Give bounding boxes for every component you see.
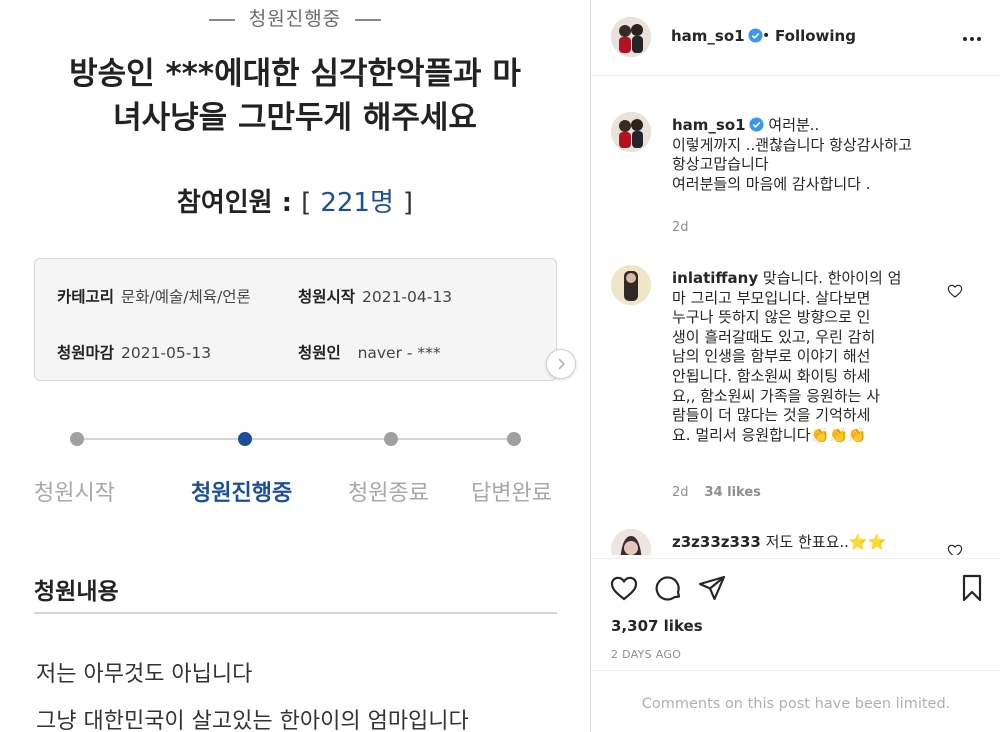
caption-line-3: 항상고맙습니다 [672,155,769,174]
caption-line-4: 여러분들의 마음에 감사합니다 . [672,174,871,193]
comment-line-text: 저도 한표요..⭐⭐ [765,533,887,551]
chevron-right-icon [558,358,566,370]
comment-line: 요. 멀리서 응원합니다👏👏👏 [672,425,867,444]
comment-icon[interactable] [653,573,683,603]
header-separator: • [762,28,771,44]
avatar[interactable] [611,17,651,57]
step-label-3: 청원종료 [348,481,429,506]
petition-title-line-2: 녀사냥을 그만두게 해주세요 [113,100,477,136]
comment-line: 요,, 함소원씨 가족을 응원하는 사 [672,386,881,405]
caption-username[interactable]: ham_so1 [672,116,746,134]
participants-bracket-close: ] [402,188,414,218]
header-username-text[interactable]: ham_so1 [671,27,745,45]
comment-line: 안됩니다. 함소원씨 화이팅 하세 [672,366,871,385]
petition-title-line-1: 방송인 ***에대한 심각한악플과 마 [69,56,521,92]
info-end-date: 청원마감 2021-05-13 [57,341,211,363]
step-label-1: 청원시작 [34,481,115,506]
petition-status-banner: 청원진행중 [0,4,590,31]
petition-status-text: 청원진행중 [248,8,342,30]
caption-time[interactable]: 2d [672,220,689,235]
comment-likes[interactable]: 34 likes [705,485,761,500]
comment-like-icon[interactable] [947,283,963,299]
step-label-2: 청원진행중 [191,481,293,506]
verified-badge-icon [748,28,763,43]
participants-number: 221명 [320,188,394,218]
info-end-label: 청원마감 [57,344,115,362]
following-button[interactable]: Following [775,27,856,45]
steps-progress-line [76,438,514,440]
comment-line: 생이 흘러갈때도 있고, 우린 감히 [672,327,876,346]
comment-text: inlatiffany 맞습니다. 한아이의 엄 마 그리고 부모입니다. 살다… [672,269,962,445]
comments-limited-notice: Comments on this post have been limited. [591,670,1000,732]
instagram-post-panel: ham_so1 • Following ham_so1 여러분.. 이렇게까지 … [590,0,1000,732]
info-start-date: 청원시작 2021-04-13 [298,285,452,307]
caption-avatar[interactable] [611,112,651,152]
info-start-label: 청원시작 [298,288,356,306]
petition-image: 청원진행중 방송인 ***에대한 심각한악플과 마 녀사냥을 그만두게 해주세요… [0,0,590,732]
info-category-label: 카테고리 [57,288,115,306]
petition-content-heading: 청원내용 [34,579,119,605]
carousel-next-button[interactable] [546,349,576,379]
caption-text: ham_so1 여러분.. 이렇게까지 ..괜찮습니다 항상감사하고 항상고맙습… [672,116,962,194]
info-start-value: 2021-04-13 [361,288,453,306]
comment-text: z3z33z333 저도 한표요..⭐⭐ [672,533,962,553]
comment-item: inlatiffany 맞습니다. 한아이의 엄 마 그리고 부모입니다. 살다… [611,265,991,505]
info-category-value: 문화/예술/체육/언론 [120,288,251,306]
status-dash-right [355,18,382,21]
step-label-4: 답변완료 [471,481,552,506]
comment-avatar[interactable] [611,529,651,555]
comment-username[interactable]: inlatiffany [672,269,758,287]
more-options-icon[interactable] [959,29,985,49]
comments-list[interactable]: ham_so1 여러분.. 이렇게까지 ..괜찮습니다 항상감사하고 항상고맙습… [591,77,1000,555]
info-petitioner: 청원인 naver - *** [298,341,441,363]
comment-line: 람들이 더 많다는 것을 기억하세 [672,406,871,425]
header-username[interactable]: ham_so1 [671,27,763,45]
comment-line: 마 그리고 부모입니다. 살다보면 [672,288,871,307]
info-category: 카테고리 문화/예술/체육/언론 [57,285,251,307]
petition-content-line-1: 저는 아무것도 아닙니다 [36,662,253,687]
caption-line-1: ham_so1 여러분.. [672,116,962,136]
share-icon[interactable] [697,573,727,603]
comment-line: z3z33z333 저도 한표요..⭐⭐ [672,533,962,553]
status-dash-left [208,18,235,21]
step-dot-1 [70,432,84,446]
petition-title: 방송인 ***에대한 심각한악플과 마 녀사냥을 그만두게 해주세요 [30,52,560,140]
comment-avatar[interactable] [611,265,651,305]
post-caption: ham_so1 여러분.. 이렇게까지 ..괜찮습니다 항상감사하고 항상고맙습… [611,112,991,242]
participants-label: 참여인원 : [176,188,302,218]
step-dot-2 [238,432,252,446]
caption-line-1-text: 여러분.. [768,116,820,134]
step-dot-4 [507,432,521,446]
info-end-value: 2021-05-13 [120,344,212,362]
comment-username[interactable]: z3z33z333 [672,533,761,551]
comment-line-text: 맞습니다. 한아이의 엄 [762,269,902,287]
step-dot-3 [384,432,398,446]
participants-count: 참여인원 : [ 221명 ] [0,182,590,219]
post-actions: 3,307 likes 2 DAYS AGO [591,558,1000,668]
info-petitioner-label: 청원인 [298,344,341,362]
comment-time[interactable]: 2d [672,485,689,500]
comment-line: 남의 인생을 함부로 이야기 해선 [672,347,871,366]
participants-bracket-open: [ [301,188,312,218]
petition-content-line-2: 그냥 대한민국이 살고있는 한아이의 엄마입니다 [36,709,469,732]
verified-badge-icon [749,117,764,132]
caption-line-2: 이렇게까지 ..괜찮습니다 항상감사하고 [672,135,912,154]
comment-line: 누구나 뜻하지 않은 방향으로 인 [672,308,871,327]
bookmark-icon[interactable] [957,573,987,603]
post-time-ago[interactable]: 2 DAYS AGO [611,648,681,661]
comment-like-icon[interactable] [947,543,963,555]
likes-count[interactable]: 3,307 likes [611,617,703,635]
comment-line: inlatiffany 맞습니다. 한아이의 엄 [672,269,962,289]
content-divider [34,612,557,614]
post-header: ham_so1 • Following [591,0,1000,76]
comment-item: z3z33z333 저도 한표요..⭐⭐ [611,529,991,555]
comment-meta: 2d 34 likes [672,485,761,500]
info-petitioner-value: naver - *** [357,344,441,362]
heart-icon[interactable] [609,573,639,603]
petition-info-box: 카테고리 문화/예술/체육/언론 청원시작 2021-04-13 청원마감 20… [34,258,557,381]
